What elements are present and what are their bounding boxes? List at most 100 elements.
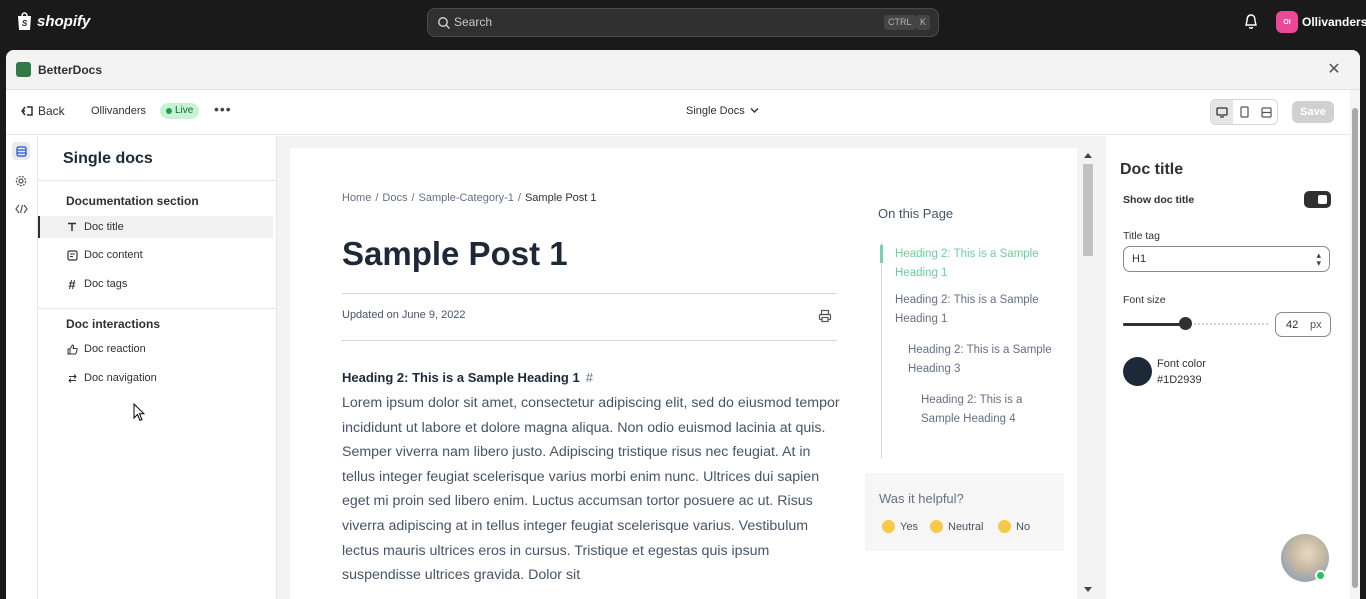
scrollbar-thumb[interactable] [1352, 108, 1358, 588]
store-avatar: OI [1276, 11, 1298, 33]
shopify-logo[interactable]: S shopify [16, 11, 90, 31]
toc-item-line: Heading 1 [895, 313, 948, 325]
code-icon[interactable] [12, 200, 30, 218]
toc-item[interactable]: Heading 2: This is a Sample Heading 1 [895, 291, 1039, 329]
breadcrumb-category[interactable]: Sample-Category-1 [419, 192, 514, 204]
sidebar-item-doc-navigation[interactable]: Doc navigation [38, 367, 273, 389]
sidebar-item-label: Doc title [84, 221, 124, 233]
toc-title: On this Page [878, 206, 954, 221]
sidebar-item-doc-title[interactable]: Doc title [38, 216, 273, 238]
breadcrumb-separator: / [411, 192, 415, 204]
status-badge: Live [160, 103, 200, 119]
content-paragraph: Lorem ipsum dolor sit amet, consectetur … [342, 395, 840, 584]
search-input[interactable]: Search CTRL K [427, 8, 939, 37]
search-placeholder: Search [454, 15, 493, 29]
shopify-bag-icon: S [18, 12, 31, 30]
font-size-slider[interactable] [1123, 317, 1268, 330]
scrollbar-thumb[interactable] [1083, 164, 1093, 256]
font-size-input[interactable]: 42 px [1275, 312, 1331, 337]
reaction-neutral[interactable]: Neutral [930, 520, 983, 533]
toc-item-line: Sample Heading 4 [921, 413, 1016, 425]
toc-item[interactable]: Heading 2: This is a Sample Heading 4 [921, 391, 1022, 429]
content-icon [65, 248, 79, 262]
more-actions-icon[interactable]: ••• [214, 101, 232, 117]
breadcrumb-home[interactable]: Home [342, 192, 371, 204]
font-size-label: Font size [1123, 294, 1166, 306]
toc-item[interactable]: Heading 2: This is a Sample Heading 1 [895, 245, 1039, 283]
doc-title[interactable]: Sample Post 1 [342, 235, 568, 273]
reaction-label: No [1016, 520, 1031, 533]
content-heading-text: Heading 2: This is a Sample Heading 1 [342, 370, 580, 385]
neutral-face-icon [930, 520, 943, 533]
reaction-yes[interactable]: Yes [882, 520, 918, 533]
toc-item[interactable]: Heading 2: This is a Sample Heading 3 [908, 341, 1052, 379]
breadcrumb: Home / Docs / Sample-Category-1 / Sample… [342, 192, 601, 204]
save-button[interactable]: Save [1292, 101, 1334, 123]
modal-scrollbar[interactable] [1350, 90, 1360, 599]
divider [38, 180, 276, 181]
toc-item-line: Heading 2: This is a Sample [908, 344, 1052, 356]
breadcrumb-separator: / [517, 192, 521, 204]
section-list-panel: Single docs Documentation section Doc ti… [38, 136, 277, 599]
section-heading: Documentation section [66, 194, 199, 208]
panel-title: Single docs [63, 150, 153, 167]
shortcut-ctrl: CTRL [884, 15, 916, 30]
editor-rail [6, 136, 38, 599]
printer-icon[interactable] [818, 309, 832, 323]
sidebar-item-label: Doc content [84, 249, 143, 261]
scroll-up-icon[interactable] [1084, 152, 1092, 158]
sections-icon[interactable] [12, 142, 30, 160]
back-button[interactable]: Back [20, 104, 65, 118]
fullscreen-view-icon[interactable] [1255, 100, 1277, 124]
scroll-down-icon[interactable] [1084, 587, 1092, 593]
close-icon[interactable]: ✕ [1326, 62, 1342, 78]
back-label: Back [38, 104, 65, 118]
text-icon [65, 220, 79, 234]
store-menu[interactable]: OI Ollivanders [1276, 11, 1366, 33]
content-heading: Heading 2: This is a Sample Heading 1 # [342, 370, 593, 385]
font-color-swatch[interactable] [1123, 357, 1152, 386]
toc-item-line: Heading 1 [895, 267, 948, 279]
brand-name: shopify [37, 12, 91, 30]
divider [342, 293, 837, 294]
sidebar-item-doc-tags[interactable]: # Doc tags [38, 273, 273, 295]
section-heading: Doc interactions [66, 317, 161, 331]
show-title-toggle[interactable] [1304, 191, 1331, 208]
modal-header: BetterDocs ✕ [6, 50, 1360, 90]
settings-gear-icon[interactable] [12, 172, 30, 190]
mouse-cursor-icon [133, 403, 145, 422]
doc-preview-page[interactable]: Home / Docs / Sample-Category-1 / Sample… [290, 148, 1077, 599]
hash-icon: # [68, 276, 76, 292]
template-selector-label: Single Docs [686, 105, 745, 117]
sad-face-icon [998, 520, 1011, 533]
thumbs-up-icon [65, 342, 79, 356]
font-color-label: Font color [1157, 358, 1206, 370]
back-arrow-icon [21, 106, 33, 116]
tablet-view-icon[interactable] [1233, 100, 1255, 124]
betterdocs-app-icon [16, 62, 31, 77]
updated-date: Updated on June 9, 2022 [342, 309, 466, 321]
desktop-view-icon[interactable] [1211, 100, 1233, 124]
breadcrumb-docs[interactable]: Docs [382, 192, 407, 204]
device-preview-switcher [1210, 99, 1278, 125]
show-title-label: Show doc title [1123, 194, 1195, 206]
settings-title: Doc title [1120, 161, 1184, 178]
divider [342, 340, 837, 341]
slider-handle[interactable] [1179, 317, 1193, 330]
font-size-value: 42 [1286, 319, 1299, 331]
title-tag-select[interactable]: H1 ▴ ▾ [1123, 246, 1330, 272]
toc-active-marker [880, 245, 883, 263]
happy-face-icon [882, 520, 895, 533]
sidebar-item-doc-reaction[interactable]: Doc reaction [38, 338, 273, 360]
store-name: Ollivanders [1302, 15, 1366, 29]
svg-text:S: S [22, 19, 28, 28]
bell-icon[interactable] [1244, 14, 1258, 30]
template-selector[interactable]: Single Docs [686, 105, 759, 117]
breadcrumb-separator: / [375, 192, 379, 204]
preview-scrollbar[interactable] [1082, 152, 1093, 592]
anchor-link[interactable]: # [586, 370, 593, 385]
sidebar-item-doc-content[interactable]: Doc content [38, 244, 273, 266]
reaction-no[interactable]: No [998, 520, 1030, 533]
preview-canvas: Home / Docs / Sample-Category-1 / Sample… [277, 136, 1106, 599]
font-size-unit: px [1310, 319, 1322, 331]
